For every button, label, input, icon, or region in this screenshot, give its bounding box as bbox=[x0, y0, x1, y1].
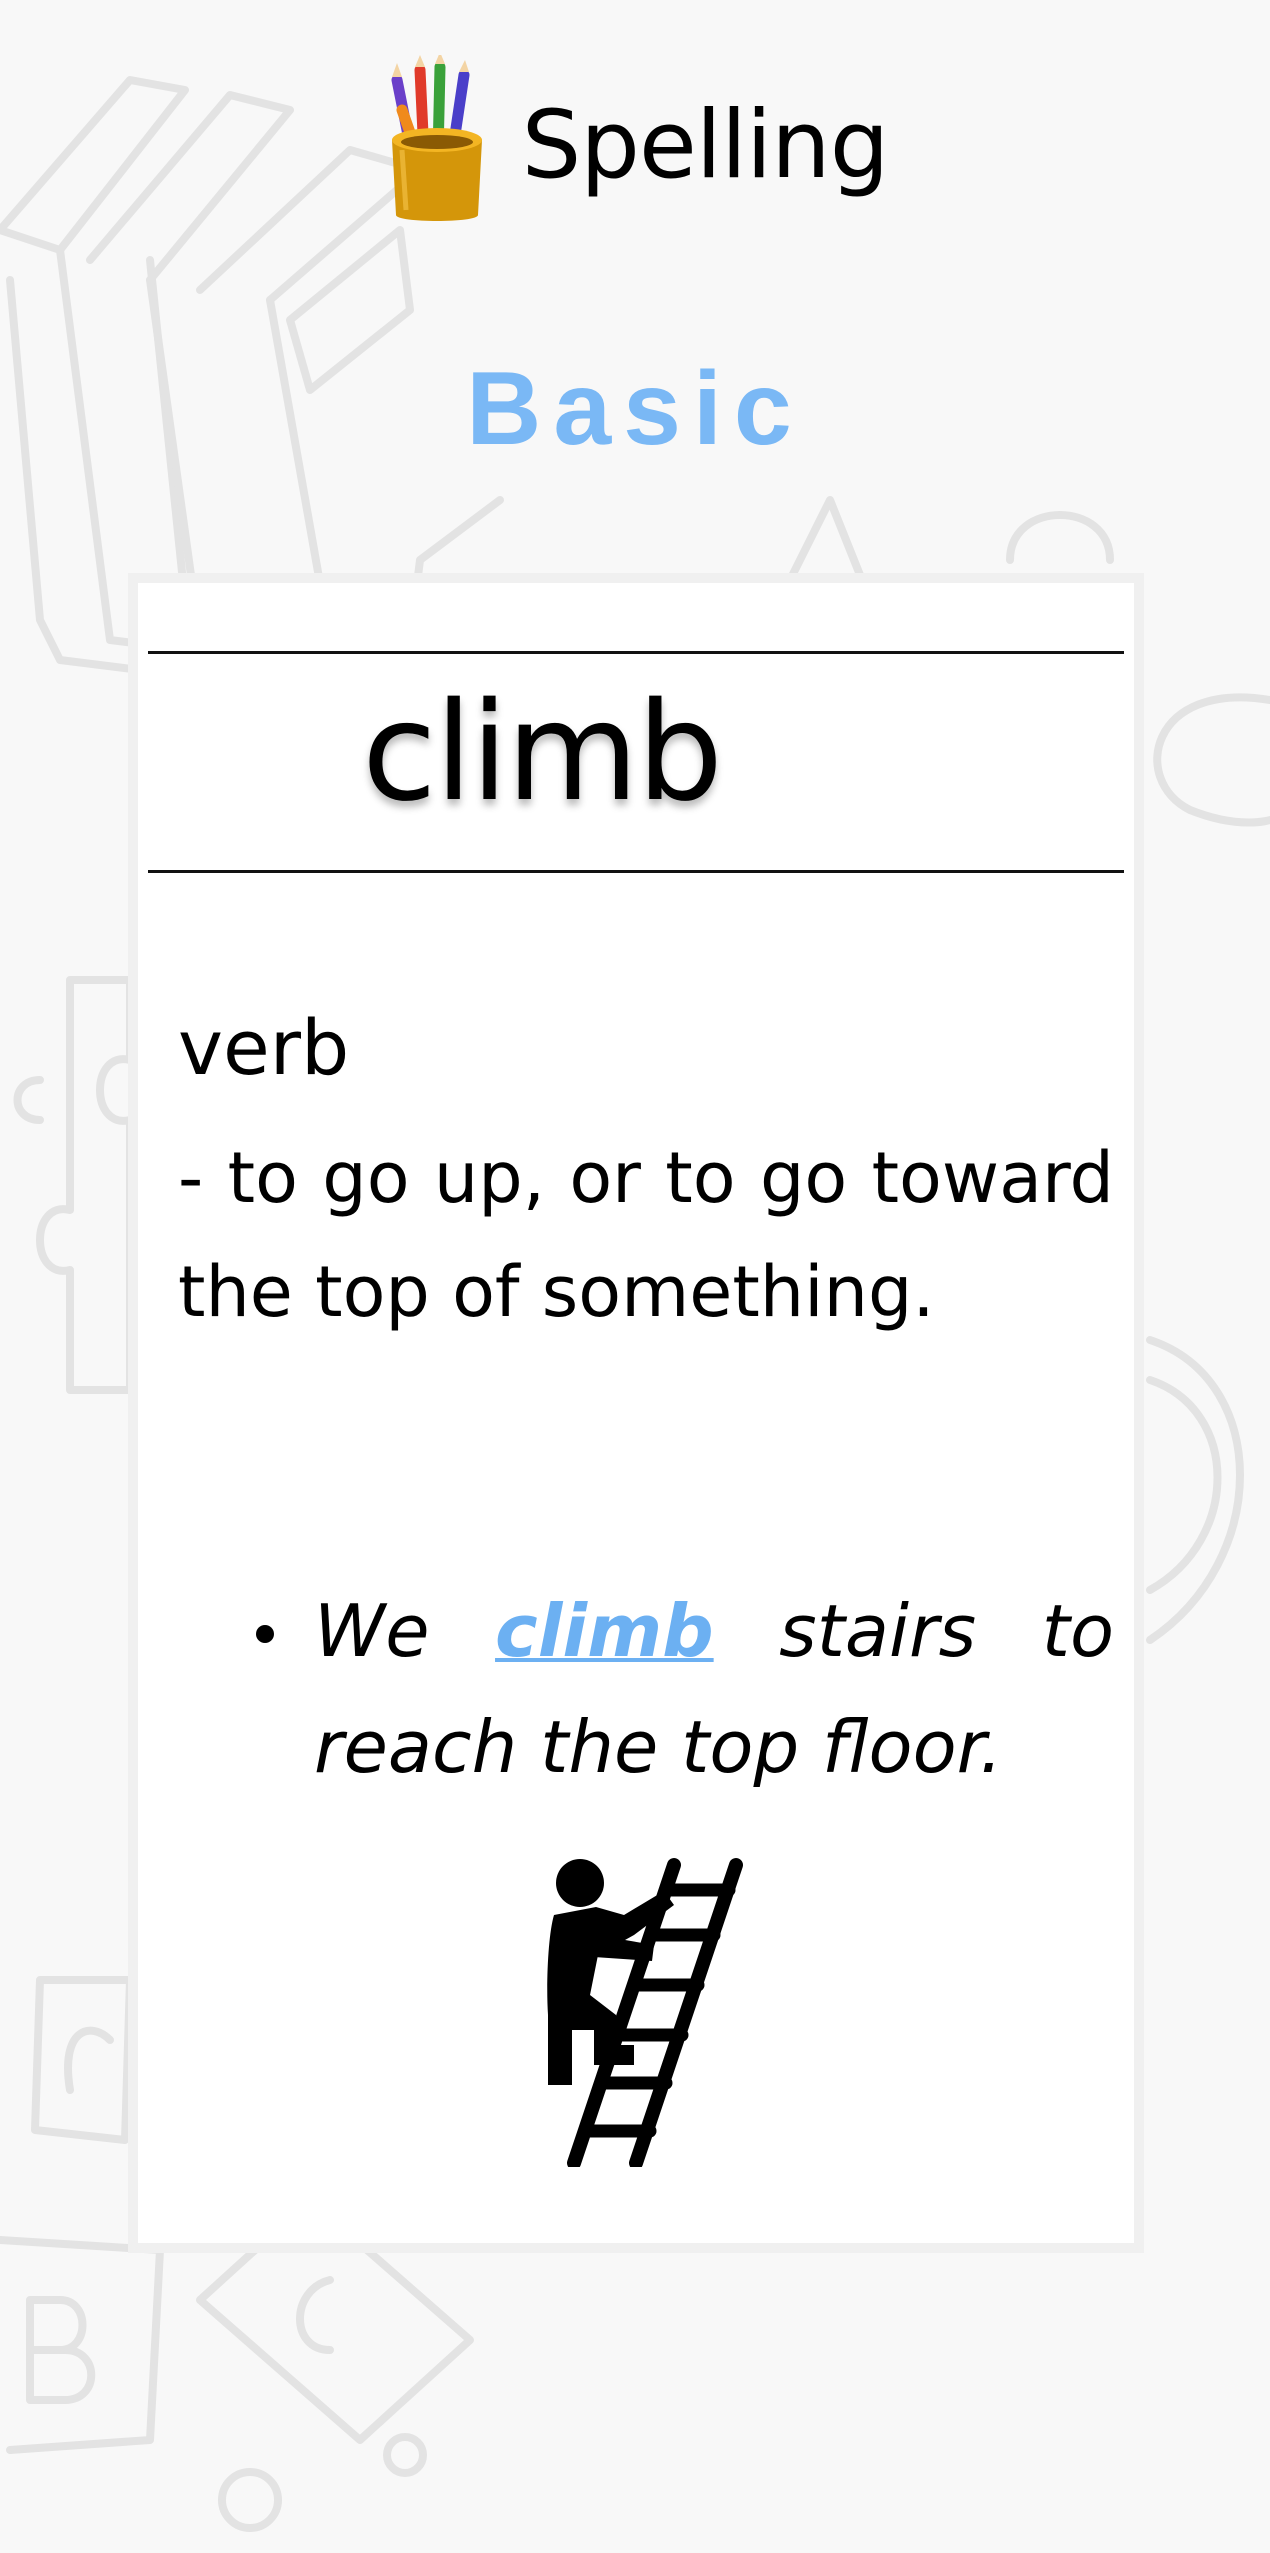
word-band: climb bbox=[148, 651, 1124, 873]
definition-text: - to go up, or to go toward the top of s… bbox=[178, 1137, 1114, 1333]
word-card: climb verb - to go up, or to go toward t… bbox=[128, 573, 1144, 2253]
app-header: Spelling bbox=[0, 50, 1270, 230]
example-sentence: We climb stairs to reach the top floor. bbox=[256, 1573, 1114, 1805]
part-of-speech: verb bbox=[178, 1003, 350, 1092]
level-label: Basic bbox=[466, 351, 804, 467]
example-before: We bbox=[314, 1589, 496, 1673]
spelling-word: climb bbox=[362, 674, 723, 832]
bullet-icon bbox=[256, 1625, 274, 1643]
example-list: We climb stairs to reach the top floor. bbox=[256, 1573, 1114, 1805]
app-title: Spelling bbox=[521, 90, 890, 200]
example-highlight-word: climb bbox=[495, 1589, 714, 1673]
person-climbing-ladder-icon bbox=[547, 1858, 743, 2167]
pencil-cup-icon bbox=[391, 55, 482, 221]
